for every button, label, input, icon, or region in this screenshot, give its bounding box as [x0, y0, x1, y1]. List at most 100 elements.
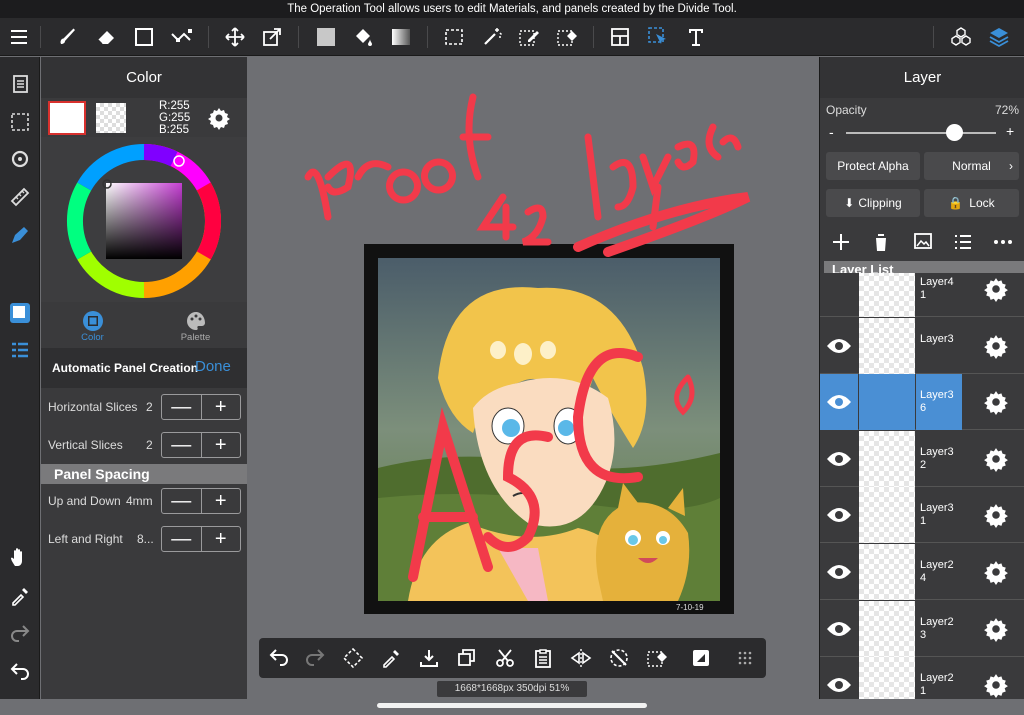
horizontal-slices-plus[interactable]: +: [202, 395, 241, 419]
opacity-plus[interactable]: +: [1006, 123, 1014, 139]
layer-name: Layer3 6: [916, 374, 962, 431]
undo-icon[interactable]: [8, 660, 32, 684]
opacity-slider-track[interactable]: [846, 132, 996, 134]
select-eraser-icon[interactable]: [554, 24, 580, 50]
layer-row[interactable]: Layer2 3: [820, 600, 1024, 657]
horizontal-slices-minus[interactable]: —: [162, 395, 202, 419]
redo-icon[interactable]: [8, 622, 32, 646]
add-layer-icon[interactable]: [830, 231, 852, 253]
paste-icon[interactable]: [531, 646, 555, 670]
eye-icon[interactable]: [820, 601, 858, 657]
opacity-minus[interactable]: -: [829, 124, 834, 140]
vertical-slices-minus[interactable]: —: [162, 433, 202, 457]
fill-color-swatch[interactable]: [313, 24, 339, 50]
layer-settings-gear-icon[interactable]: [983, 276, 1009, 302]
clipping-button[interactable]: ⬇ Clipping: [826, 189, 920, 217]
secondary-color-swatch[interactable]: [96, 103, 126, 133]
layer-row[interactable]: Layer2 4: [820, 544, 1024, 600]
layer-settings-gear-icon[interactable]: [983, 446, 1009, 472]
eraser-tool-icon[interactable]: [93, 24, 119, 50]
layer-settings-gear-icon[interactable]: [983, 616, 1009, 642]
eyedropper-icon[interactable]: [8, 584, 32, 608]
tab-palette[interactable]: Palette: [144, 304, 247, 348]
layer-settings-gear-icon[interactable]: [983, 672, 1009, 699]
eye-icon[interactable]: [820, 487, 858, 543]
left-right-minus[interactable]: —: [162, 527, 202, 551]
bucket-tool-icon[interactable]: [350, 24, 376, 50]
move-tool-icon[interactable]: [222, 24, 248, 50]
operation-tool-icon[interactable]: [645, 24, 671, 50]
transform-selection-icon[interactable]: [341, 646, 365, 670]
up-down-plus[interactable]: +: [202, 489, 241, 513]
undo-button-icon[interactable]: [267, 646, 291, 670]
import-icon[interactable]: [417, 646, 441, 670]
hand-icon[interactable]: [8, 545, 32, 569]
eye-icon[interactable]: [820, 544, 858, 600]
text-tool-icon[interactable]: [683, 24, 709, 50]
layer-image-icon[interactable]: [912, 231, 934, 253]
left-right-plus[interactable]: +: [202, 527, 241, 551]
home-indicator[interactable]: [377, 703, 647, 708]
layer-row[interactable]: Layer2 1: [820, 657, 1024, 699]
delete-layer-icon[interactable]: [870, 231, 892, 253]
eye-icon[interactable]: [820, 431, 858, 487]
lock-button[interactable]: 🔒 Lock: [924, 189, 1019, 217]
selection-icon[interactable]: [8, 110, 32, 134]
quick-mask-icon[interactable]: [689, 646, 713, 670]
magic-wand-icon[interactable]: [479, 24, 505, 50]
layers-icon[interactable]: [986, 24, 1012, 50]
gradient-tool-icon[interactable]: [388, 24, 414, 50]
color-panel-toggle-icon[interactable]: [8, 301, 32, 325]
transform-tool-icon[interactable]: [259, 24, 285, 50]
layer-settings-gear-icon[interactable]: [983, 389, 1009, 416]
layer-row[interactable]: Layer3 1: [820, 487, 1024, 544]
materials-icon[interactable]: [948, 24, 974, 50]
done-button[interactable]: Done: [195, 358, 231, 375]
layer-name: Layer2 3: [920, 615, 954, 641]
shape-tool-icon[interactable]: [131, 24, 157, 50]
flip-icon[interactable]: [569, 646, 593, 670]
eye-icon[interactable]: [820, 273, 858, 317]
eye-icon[interactable]: [820, 318, 858, 374]
opacity-slider-knob[interactable]: [946, 124, 963, 141]
layer-row[interactable]: Layer3 2: [820, 430, 1024, 487]
clear-selection-icon[interactable]: [607, 646, 631, 670]
tab-color[interactable]: Color: [41, 304, 144, 348]
pages-icon[interactable]: [8, 72, 32, 96]
up-down-minus[interactable]: —: [162, 489, 202, 513]
eye-icon[interactable]: [820, 374, 858, 431]
menu-icon[interactable]: [6, 24, 32, 50]
more-grid-icon[interactable]: [733, 646, 757, 670]
layer-row[interactable]: Layer4 1: [820, 273, 1024, 317]
color-wheel[interactable]: [66, 143, 222, 299]
more-options-icon[interactable]: [992, 231, 1014, 253]
protect-alpha-button[interactable]: Protect Alpha: [826, 152, 920, 180]
color-settings-gear-icon[interactable]: [207, 106, 231, 130]
brush-tool-icon[interactable]: [55, 24, 81, 50]
frame-divide-icon[interactable]: [607, 24, 633, 50]
vertical-slices-plus[interactable]: +: [202, 433, 241, 457]
horizontal-slices-label: Horizontal Slices: [48, 400, 138, 414]
layer-name: Layer3 1: [920, 502, 954, 528]
redo-button-icon[interactable]: [303, 646, 327, 670]
erase-selection-icon[interactable]: [645, 646, 669, 670]
ruler-icon[interactable]: [8, 185, 32, 209]
layer-list-toggle-icon[interactable]: [8, 339, 32, 363]
rotate-snap-icon[interactable]: [8, 147, 32, 171]
cut-icon[interactable]: [493, 646, 517, 670]
eyedropper-button-icon[interactable]: [379, 646, 403, 670]
layer-settings-gear-icon[interactable]: [983, 502, 1009, 529]
select-rect-icon[interactable]: [441, 24, 467, 50]
select-pen-icon[interactable]: [516, 24, 542, 50]
layer-settings-gear-icon[interactable]: [983, 333, 1009, 359]
eye-icon[interactable]: [820, 657, 858, 699]
layer-settings-gear-icon[interactable]: [983, 559, 1009, 585]
blend-mode-select[interactable]: Normal ›: [924, 152, 1019, 180]
copy-icon[interactable]: [455, 646, 479, 670]
layer-row[interactable]: Layer3: [820, 317, 1024, 374]
pen-assist-icon[interactable]: [8, 223, 32, 247]
vector-line-icon[interactable]: [168, 24, 194, 50]
primary-color-swatch[interactable]: [48, 101, 86, 135]
layer-row[interactable]: Layer3 6: [820, 374, 1024, 431]
layer-list-icon[interactable]: [952, 231, 974, 253]
